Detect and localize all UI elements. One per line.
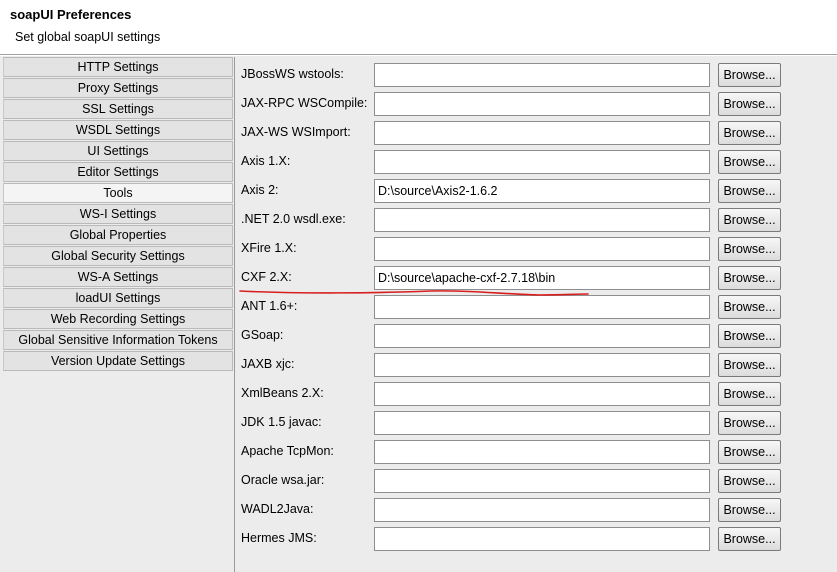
tab-loadui-settings[interactable]: loadUI Settings bbox=[3, 288, 233, 308]
dialog-title: soapUI Preferences bbox=[10, 7, 132, 22]
browse-button[interactable]: Browse... bbox=[718, 121, 781, 145]
tool-label: JAXB xjc: bbox=[241, 357, 295, 371]
browse-button[interactable]: Browse... bbox=[718, 237, 781, 261]
tool-path-input[interactable] bbox=[374, 353, 710, 377]
browse-button[interactable]: Browse... bbox=[718, 440, 781, 464]
tool-row-jdk-1-5-javac: JDK 1.5 javac: Browse... bbox=[236, 409, 837, 435]
tool-label: Hermes JMS: bbox=[241, 531, 317, 545]
tool-row-cxf-2-x: CXF 2.X: D:\source\apache-cxf-2.7.18\bin B… bbox=[236, 264, 837, 290]
tab-ws-a-settings[interactable]: WS-A Settings bbox=[3, 267, 233, 287]
tool-label: Apache TcpMon: bbox=[241, 444, 334, 458]
browse-button[interactable]: Browse... bbox=[718, 266, 781, 290]
tool-row-xmlbeans-2-x: XmlBeans 2.X: Browse... bbox=[236, 380, 837, 406]
browse-button[interactable]: Browse... bbox=[718, 353, 781, 377]
tool-label: Oracle wsa.jar: bbox=[241, 473, 325, 487]
tool-label: .NET 2.0 wsdl.exe: bbox=[241, 212, 346, 226]
tool-label: JAX-WS WSImport: bbox=[241, 125, 351, 139]
tool-row-gsoap: GSoap: Browse... bbox=[236, 322, 837, 348]
tool-path-input[interactable] bbox=[374, 527, 710, 551]
browse-button[interactable]: Browse... bbox=[718, 324, 781, 348]
tool-path-input[interactable] bbox=[374, 324, 710, 348]
tab-web-recording-settings[interactable]: Web Recording Settings bbox=[3, 309, 233, 329]
tool-label: CXF 2.X: bbox=[241, 270, 292, 284]
tool-label: Axis 1.X: bbox=[241, 154, 291, 168]
tab-proxy-settings[interactable]: Proxy Settings bbox=[3, 78, 233, 98]
browse-button[interactable]: Browse... bbox=[718, 382, 781, 406]
tool-label: JAX-RPC WSCompile: bbox=[241, 96, 368, 110]
tool-path-input[interactable] bbox=[374, 440, 710, 464]
tab-global-security-settings[interactable]: Global Security Settings bbox=[3, 246, 233, 266]
panel-divider bbox=[234, 57, 235, 572]
tool-row-ant-1-6: ANT 1.6+: Browse... bbox=[236, 293, 837, 319]
tool-path-input[interactable] bbox=[374, 469, 710, 493]
tool-row-xfire-1-x: XFire 1.X: Browse... bbox=[236, 235, 837, 261]
settings-tab-list: HTTP Settings Proxy Settings SSL Settings W… bbox=[3, 57, 233, 372]
tool-path-input[interactable] bbox=[374, 63, 710, 87]
tool-label: JBossWS wstools: bbox=[241, 67, 344, 81]
tool-path-input[interactable] bbox=[374, 411, 710, 435]
tool-path-input[interactable] bbox=[374, 295, 710, 319]
tab-wsdl-settings[interactable]: WSDL Settings bbox=[3, 120, 233, 140]
dialog-subtitle: Set global soapUI settings bbox=[15, 30, 161, 44]
tab-tools[interactable]: Tools bbox=[3, 183, 233, 203]
tool-label: ANT 1.6+: bbox=[241, 299, 298, 313]
tool-label: XmlBeans 2.X: bbox=[241, 386, 324, 400]
tool-row-axis-1-x: Axis 1.X: Browse... bbox=[236, 148, 837, 174]
tool-label: GSoap: bbox=[241, 328, 284, 342]
tab-http-settings[interactable]: HTTP Settings bbox=[3, 57, 233, 77]
browse-button[interactable]: Browse... bbox=[718, 63, 781, 87]
dialog-header: soapUI Preferences Set global soapUI set… bbox=[0, 0, 837, 54]
browse-button[interactable]: Browse... bbox=[718, 150, 781, 174]
tool-row-wadl2java: WADL2Java: Browse... bbox=[236, 496, 837, 522]
tool-path-input[interactable] bbox=[374, 208, 710, 232]
tab-global-properties[interactable]: Global Properties bbox=[3, 225, 233, 245]
tab-ssl-settings[interactable]: SSL Settings bbox=[3, 99, 233, 119]
tool-path-input[interactable]: D:\source\Axis2-1.6.2 bbox=[374, 179, 710, 203]
tool-row-jaxb-xjc: JAXB xjc: Browse... bbox=[236, 351, 837, 377]
tool-row-axis-2: Axis 2: D:\source\Axis2-1.6.2 Browse... bbox=[236, 177, 837, 203]
browse-button[interactable]: Browse... bbox=[718, 179, 781, 203]
tool-row-oracle-wsa-jar: Oracle wsa.jar: Browse... bbox=[236, 467, 837, 493]
browse-button[interactable]: Browse... bbox=[718, 411, 781, 435]
browse-button[interactable]: Browse... bbox=[718, 92, 781, 116]
tool-path-input[interactable] bbox=[374, 92, 710, 116]
tool-label: Axis 2: bbox=[241, 183, 279, 197]
tab-editor-settings[interactable]: Editor Settings bbox=[3, 162, 233, 182]
tool-path-input[interactable] bbox=[374, 498, 710, 522]
tool-label: XFire 1.X: bbox=[241, 241, 297, 255]
tool-path-input[interactable] bbox=[374, 382, 710, 406]
tab-ws-i-settings[interactable]: WS-I Settings bbox=[3, 204, 233, 224]
tool-row-hermes-jms: Hermes JMS: Browse... bbox=[236, 525, 837, 551]
tool-path-input[interactable] bbox=[374, 150, 710, 174]
tool-path-input[interactable] bbox=[374, 121, 710, 145]
browse-button[interactable]: Browse... bbox=[718, 498, 781, 522]
tool-path-input[interactable]: D:\source\apache-cxf-2.7.18\bin bbox=[374, 266, 710, 290]
tool-row-apache-tcpmon: Apache TcpMon: Browse... bbox=[236, 438, 837, 464]
tool-label: JDK 1.5 javac: bbox=[241, 415, 322, 429]
tool-row-jax-ws-wsimport: JAX-WS WSImport: Browse... bbox=[236, 119, 837, 145]
browse-button[interactable]: Browse... bbox=[718, 295, 781, 319]
tool-path-input[interactable] bbox=[374, 237, 710, 261]
tab-ui-settings[interactable]: UI Settings bbox=[3, 141, 233, 161]
browse-button[interactable]: Browse... bbox=[718, 527, 781, 551]
tool-row-net-2-0-wsdl-exe: .NET 2.0 wsdl.exe: Browse... bbox=[236, 206, 837, 232]
tab-version-update-settings[interactable]: Version Update Settings bbox=[3, 351, 233, 371]
tool-row-jbossws-wstools: JBossWS wstools: Browse... bbox=[236, 61, 837, 87]
browse-button[interactable]: Browse... bbox=[718, 469, 781, 493]
tool-label: WADL2Java: bbox=[241, 502, 314, 516]
tab-global-sensitive-information-tokens[interactable]: Global Sensitive Information Tokens bbox=[3, 330, 233, 350]
browse-button[interactable]: Browse... bbox=[718, 208, 781, 232]
tool-row-jax-rpc-wscompile: JAX-RPC WSCompile: Browse... bbox=[236, 90, 837, 116]
header-divider-highlight bbox=[0, 55, 837, 56]
